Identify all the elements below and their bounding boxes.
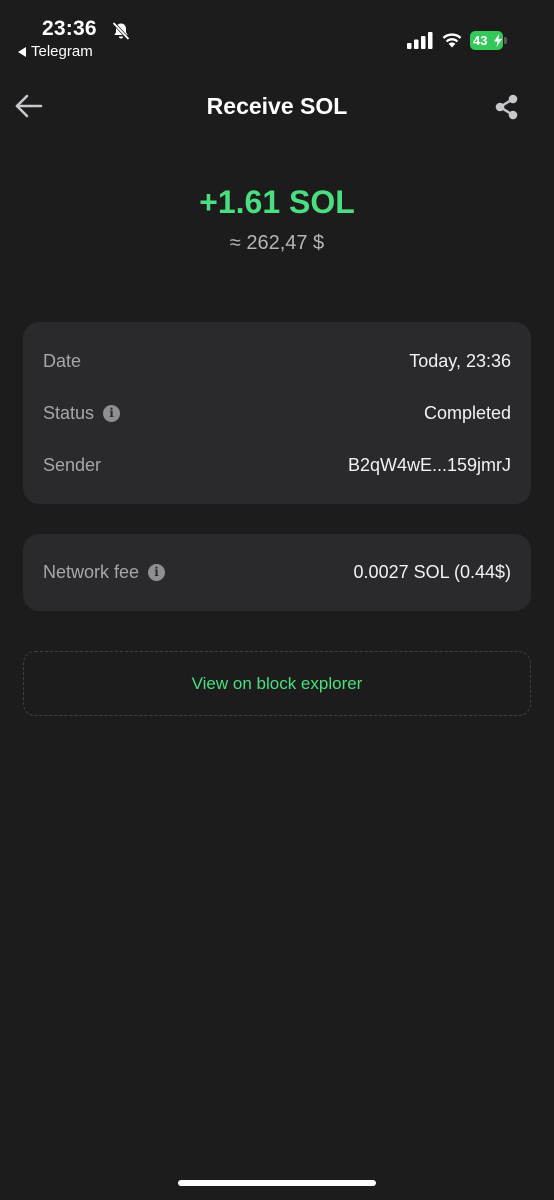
status-label-text: Status (43, 402, 95, 423)
sender-label: Sender (43, 455, 101, 476)
status-label: Status i (43, 402, 121, 424)
network-fee-card: Network fee i 0.0027 SOL (0.44$) (23, 534, 531, 611)
back-app-label: Telegram (31, 43, 93, 60)
received-amount: +1.61 SOL (199, 184, 355, 220)
transaction-details-card: Date Today, 23:36 Status i Completed Sen… (23, 322, 531, 504)
info-icon[interactable]: i (148, 563, 166, 581)
sender-label-text: Sender (43, 454, 102, 475)
home-indicator[interactable] (178, 1180, 376, 1186)
fiat-equivalent: ≈ 262,47 $ (229, 232, 325, 254)
status-row: Status i Completed (43, 400, 511, 426)
date-value: Today, 23:36 (409, 350, 511, 371)
status-bar: 23:36 Telegram 43 (0, 0, 554, 70)
sender-address[interactable]: B2qW4wE...159jmrJ (348, 455, 511, 476)
date-label: Date (43, 351, 81, 372)
signal-icon (407, 32, 433, 49)
date-row: Date Today, 23:36 (43, 348, 511, 374)
bell-off-icon (112, 21, 130, 41)
back-to-telegram-link[interactable]: Telegram (18, 43, 93, 60)
network-fee-label: Network fee i (43, 561, 166, 583)
network-fee-row: Network fee i 0.0027 SOL (0.44$) (43, 559, 511, 585)
page-title: Receive SOL (206, 93, 348, 119)
status-value: Completed (423, 402, 511, 423)
network-fee-label-text: Network fee (43, 561, 140, 582)
status-time: 23:36 (42, 17, 97, 40)
network-fee-value: 0.0027 SOL (0.44$) (353, 561, 511, 582)
wifi-icon (442, 33, 462, 48)
view-on-block-explorer-button[interactable]: View on block explorer (23, 651, 531, 716)
date-label-text: Date (43, 350, 82, 371)
back-triangle-icon (18, 46, 26, 57)
receive-sol-screen: 23:36 Telegram 43 Receive SOL +1.61 SOL … (0, 0, 554, 1200)
battery-cap (504, 37, 507, 44)
share-icon[interactable] (493, 93, 521, 121)
explorer-button-label: View on block explorer (191, 673, 363, 693)
info-icon[interactable]: i (103, 404, 121, 422)
sender-row: Sender B2qW4wE...159jmrJ (43, 452, 511, 478)
charging-bolt-icon (494, 34, 502, 47)
battery-icon: 43 (470, 31, 508, 50)
